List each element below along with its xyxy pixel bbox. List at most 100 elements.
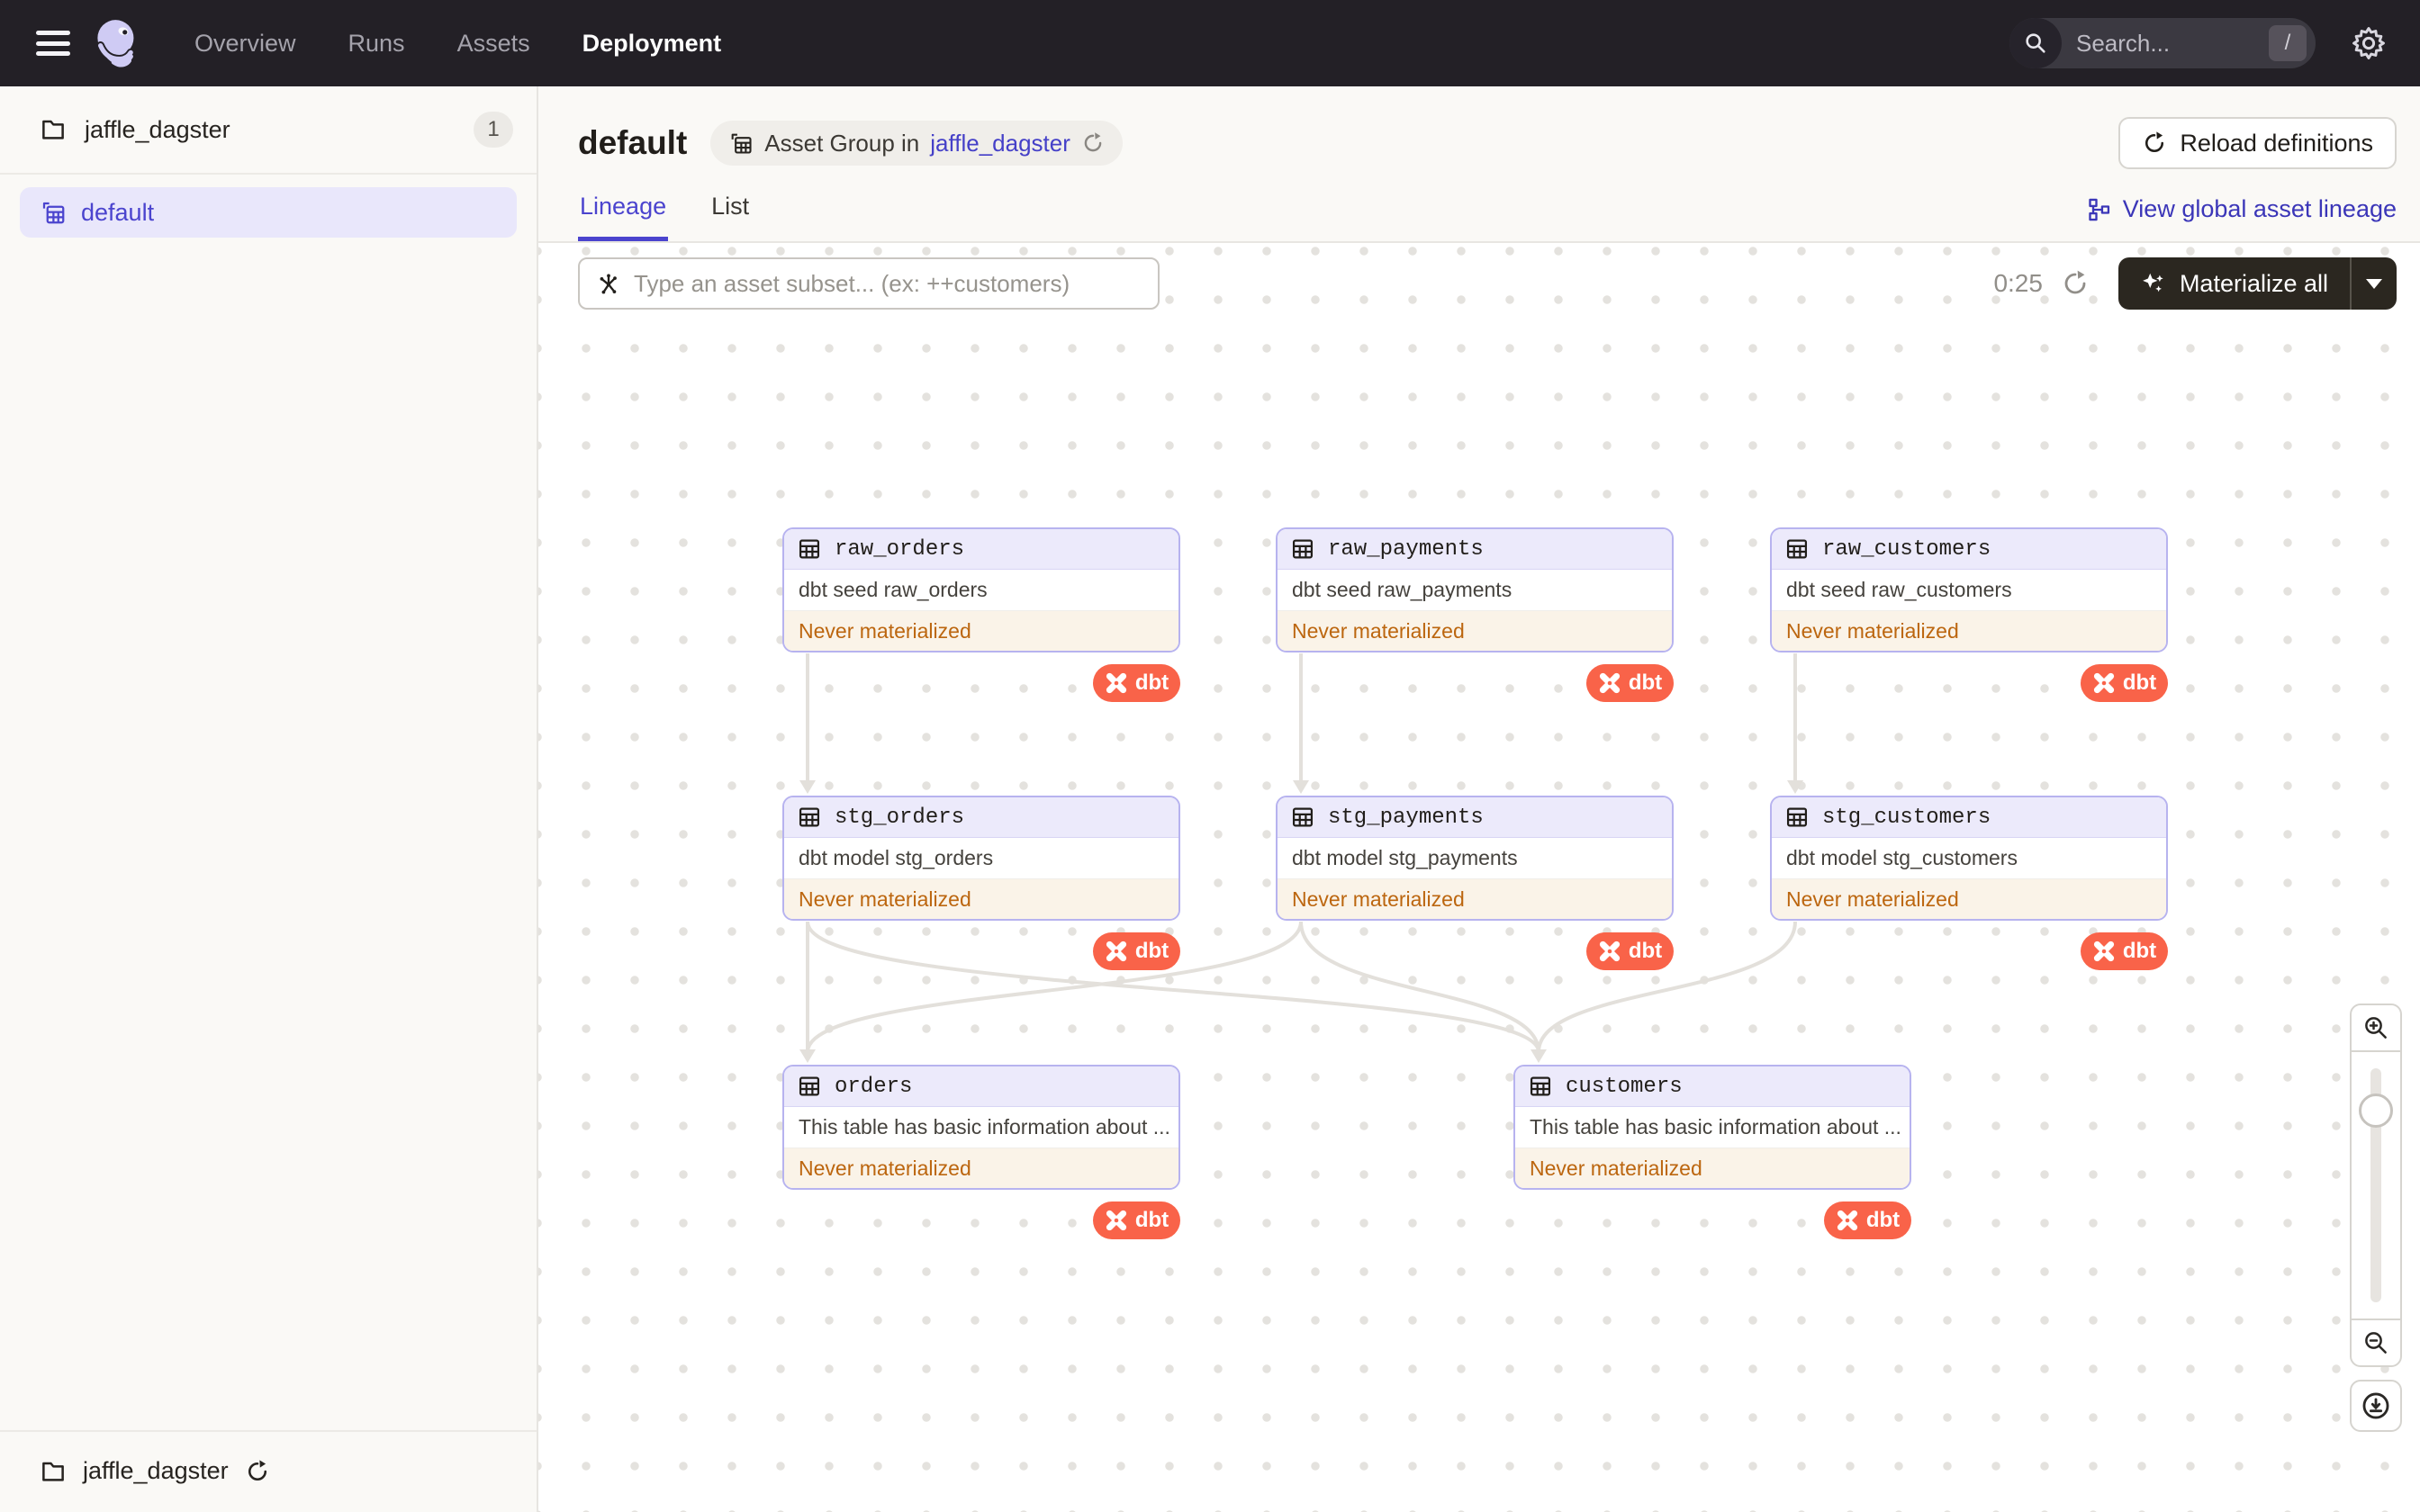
asset-description: dbt seed raw_customers <box>1772 570 2166 611</box>
dbt-badge[interactable]: dbt <box>1586 664 1674 702</box>
dbt-badge[interactable]: dbt <box>2081 664 2168 702</box>
download-image-button[interactable] <box>2350 1380 2402 1432</box>
sidebar-item-label: default <box>81 198 155 226</box>
asset-description: This table has basic information about .… <box>1515 1107 1910 1148</box>
dbt-badge[interactable]: dbt <box>1093 932 1180 970</box>
asset-node-stg_customers[interactable]: stg_customers dbt model stg_customers Neve… <box>1770 796 2168 921</box>
download-icon <box>2362 1392 2389 1419</box>
dbt-logo-icon <box>1599 940 1620 962</box>
asset-subset-input[interactable]: Type an asset subset... (ex: ++customers… <box>578 257 1160 310</box>
dbt-badge[interactable]: dbt <box>1586 932 1674 970</box>
footer-workspace-label: jaffle_dagster <box>83 1457 229 1484</box>
dbt-badge-label: dbt <box>1628 670 1663 695</box>
dbt-logo-icon <box>1837 1210 1857 1231</box>
asset-name: orders <box>835 1074 913 1099</box>
lineage-graph-icon <box>2089 198 2109 220</box>
asset-node-orders[interactable]: orders This table has basic information a… <box>782 1065 1180 1190</box>
asset-description: dbt seed raw_payments <box>1278 570 1672 611</box>
materialize-options-caret[interactable] <box>2352 257 2397 310</box>
caret-down-icon <box>2366 278 2382 289</box>
tab-lineage[interactable]: Lineage <box>578 193 669 241</box>
dbt-logo-icon <box>1106 940 1126 962</box>
hamburger-menu-icon[interactable] <box>36 31 70 56</box>
asset-description: dbt model stg_customers <box>1772 838 2166 879</box>
asset-node-raw_orders[interactable]: raw_orders dbt seed raw_orders Never mater… <box>782 527 1180 652</box>
nav-item-runs[interactable]: Runs <box>348 30 405 58</box>
asset-name: stg_customers <box>1822 805 1991 830</box>
top-nav: Overview Runs Assets Deployment Search..… <box>0 0 2420 86</box>
asset-node-header: raw_payments <box>1278 529 1672 570</box>
dbt-badge[interactable]: dbt <box>2081 932 2168 970</box>
settings-gear-icon[interactable] <box>2350 24 2388 62</box>
table-icon <box>1786 807 1808 827</box>
sparkle-icon <box>2143 273 2163 292</box>
lineage-graph-canvas[interactable]: Type an asset subset... (ex: ++customers… <box>538 243 2420 1512</box>
nav-item-overview[interactable]: Overview <box>194 30 296 58</box>
chip-workspace-link[interactable]: jaffle_dagster <box>930 130 1070 158</box>
asset-name: raw_customers <box>1822 536 1991 562</box>
sidebar-workspace-row[interactable]: jaffle_dagster 1 <box>0 86 537 175</box>
asset-node-header: raw_orders <box>784 529 1178 570</box>
asset-group-chip: Asset Group in jaffle_dagster <box>710 121 1123 166</box>
dbt-badge[interactable]: dbt <box>1824 1202 1911 1239</box>
refresh-icon[interactable] <box>1081 131 1105 155</box>
asset-name: raw_orders <box>835 536 965 562</box>
dagster-logo-icon[interactable] <box>90 15 146 71</box>
zoom-slider[interactable] <box>2350 1052 2402 1318</box>
folder-icon <box>42 1462 64 1481</box>
asset-node-raw_customers[interactable]: raw_customersdbt seed raw_customers Never… <box>1770 527 2168 652</box>
table-icon <box>799 807 820 827</box>
asset-node-header: orders <box>784 1066 1178 1107</box>
asset-status-never-materialized: Never materialized <box>784 1148 1178 1188</box>
asset-status-never-materialized: Never materialized <box>1772 611 2166 651</box>
dbt-logo-icon <box>2093 940 2114 962</box>
asset-node-header: raw_customers <box>1772 529 2166 570</box>
dbt-logo-icon <box>2093 672 2114 694</box>
asset-node-stg_payments[interactable]: stg_payments dbt model stg_payments Never … <box>1276 796 1674 921</box>
asset-node-raw_payments[interactable]: raw_payments dbt seed raw_payments Never m… <box>1276 527 1674 652</box>
nav-item-assets[interactable]: Assets <box>457 30 530 58</box>
asset-node-customers[interactable]: customers This table has basic informatio… <box>1513 1065 1911 1190</box>
asset-group-icon <box>731 133 752 154</box>
asset-status-never-materialized: Never materialized <box>1515 1148 1910 1188</box>
asset-name: stg_payments <box>1328 805 1484 830</box>
table-icon <box>1292 539 1314 559</box>
materialize-all-button[interactable]: Materialize all <box>2118 257 2350 310</box>
table-icon <box>799 539 820 559</box>
dbt-badge-label: dbt <box>2122 939 2157 963</box>
dbt-badge[interactable]: dbt <box>1093 664 1180 702</box>
reload-definitions-label: Reload definitions <box>2180 129 2373 157</box>
zoom-out-button[interactable] <box>2350 1318 2402 1367</box>
search-input[interactable]: Search... / <box>2009 18 2316 68</box>
zoom-in-button[interactable] <box>2350 1004 2402 1052</box>
asset-status-never-materialized: Never materialized <box>1278 611 1672 651</box>
refresh-icon[interactable] <box>2061 269 2090 298</box>
asset-group-icon <box>42 202 65 224</box>
nav-item-deployment[interactable]: Deployment <box>582 30 722 58</box>
materialize-all-label: Materialize all <box>2179 269 2328 297</box>
chip-prefix-text: Asset Group in <box>764 129 920 157</box>
asset-node-stg_orders[interactable]: stg_orders dbt model stg_orders Never mate… <box>782 796 1180 921</box>
refresh-countdown-timer: 0:25 <box>1993 269 2043 297</box>
view-global-asset-lineage-link[interactable]: View global asset lineage <box>2087 195 2397 241</box>
dbt-logo-icon <box>1106 672 1126 694</box>
asset-node-header: stg_payments <box>1278 797 1672 838</box>
refresh-icon[interactable] <box>245 1459 270 1484</box>
dbt-logo-icon <box>1106 1210 1126 1231</box>
search-placeholder: Search... <box>2076 29 2171 57</box>
dbt-badge-label: dbt <box>1865 1208 1901 1232</box>
sidebar-footer: jaffle_dagster <box>0 1430 537 1512</box>
page-header: default Asset Group in jaffle_dagster Re… <box>538 86 2420 169</box>
reload-definitions-button[interactable]: Reload definitions <box>2118 117 2397 169</box>
dbt-badge[interactable]: dbt <box>1093 1202 1180 1239</box>
lineage-toolbar: Type an asset subset... (ex: ++customers… <box>578 257 2397 310</box>
tab-list[interactable]: List <box>709 193 751 241</box>
workspace-count-badge: 1 <box>474 112 513 148</box>
sidebar-item-default-group[interactable]: default <box>20 187 517 238</box>
view-global-asset-lineage-label: View global asset lineage <box>2122 195 2397 222</box>
asset-subset-placeholder: Type an asset subset... (ex: ++customers… <box>634 269 1070 297</box>
zoom-slider-handle[interactable] <box>2359 1094 2393 1128</box>
folder-icon <box>42 120 64 140</box>
asset-description: dbt seed raw_orders <box>784 570 1178 611</box>
primary-nav: Overview Runs Assets Deployment <box>194 30 721 58</box>
